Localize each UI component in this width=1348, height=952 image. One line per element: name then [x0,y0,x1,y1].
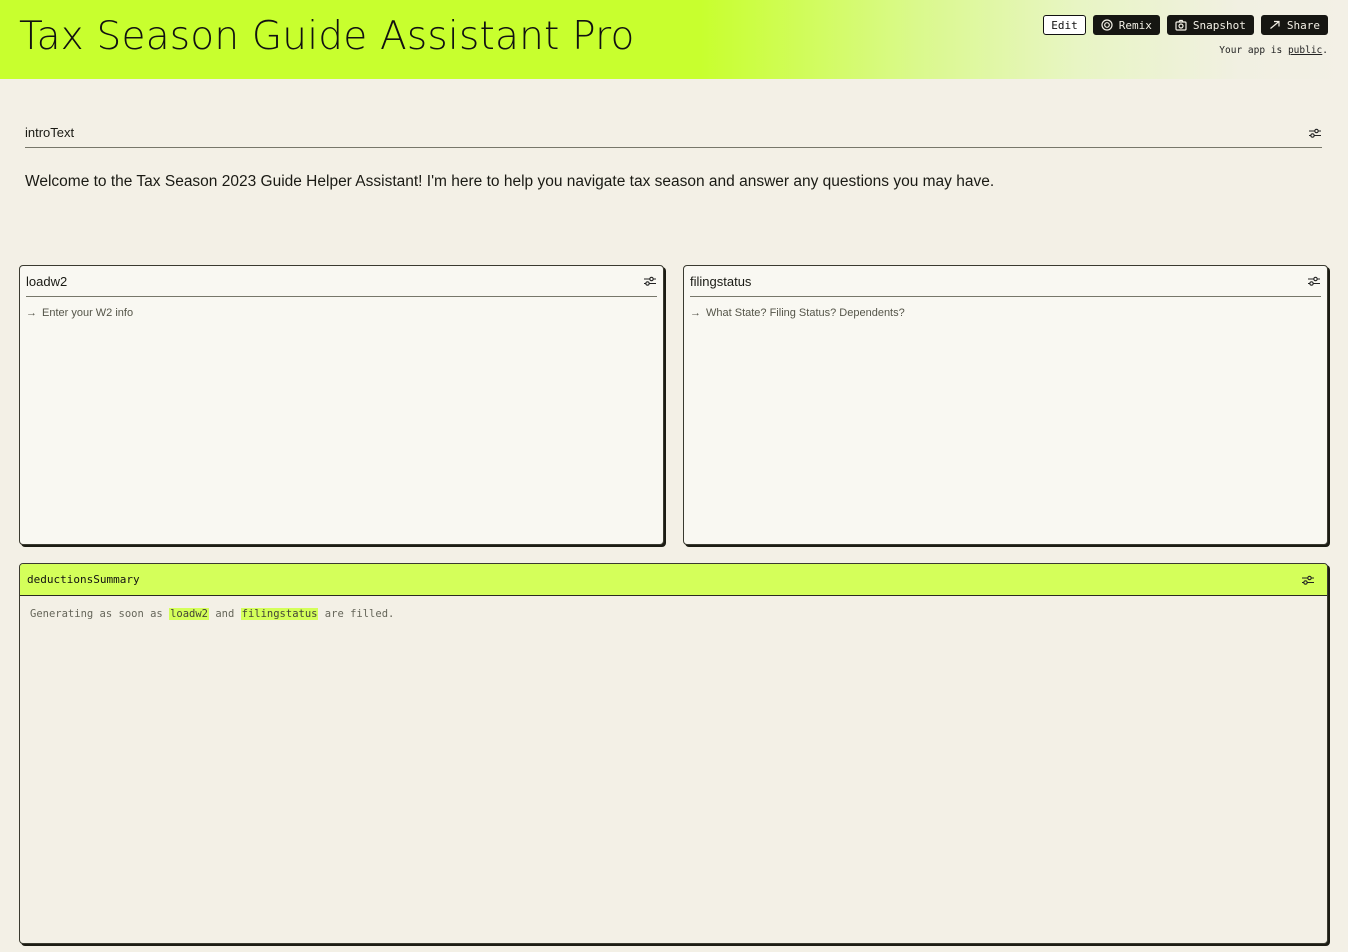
deductions-summary-header: deductionsSummary [20,564,1327,596]
edit-label: Edit [1051,18,1078,32]
remix-button[interactable]: Remix [1092,15,1160,35]
visibility-suffix: . [1322,45,1328,56]
remix-label: Remix [1118,18,1152,32]
filingstatus-header: filingstatus [690,266,1321,297]
snapshot-label: Snapshot [1192,18,1246,32]
intro-text: Welcome to the Tax Season 2023 Guide Hel… [25,173,995,190]
settings-sliders-icon[interactable] [643,275,657,287]
filingstatus-placeholder: What State? Filing Status? Dependents? [706,307,905,319]
public-link[interactable]: public [1288,45,1322,56]
arrow-right-icon: → [26,307,37,319]
settings-sliders-icon[interactable] [1301,574,1315,586]
filingstatus-input[interactable]: → What State? Filing Status? Dependents? [690,307,905,319]
loadw2-input[interactable]: → Enter your W2 info [26,307,133,319]
loadw2-reference: loadw2 [169,608,210,620]
settings-sliders-icon[interactable] [1307,275,1321,287]
edit-button[interactable]: Edit [1043,15,1086,35]
remix-icon [1101,19,1113,31]
visibility-note: Your app is public. [1219,45,1328,56]
loadw2-label: loadw2 [26,273,68,289]
app-title: Tax Season Guide Assistant Pro [19,14,635,59]
share-button[interactable]: Share [1260,15,1328,35]
intro-text-header: introText [25,118,1322,148]
deductions-summary-panel: deductionsSummary Generating as soon as … [19,563,1328,944]
arrow-right-icon: → [690,307,701,319]
filingstatus-label: filingstatus [690,273,752,289]
app-header: Tax Season Guide Assistant Pro Edit Remi… [0,0,1348,79]
filingstatus-reference: filingstatus [240,608,319,620]
loadw2-panel: loadw2 → Enter your W2 info [19,265,664,545]
status-text: and [209,608,241,620]
deductions-summary-label: deductionsSummary [27,573,140,586]
toolbar: Edit Remix Snapshot Share [1043,15,1328,35]
visibility-prefix: Your app is [1219,45,1288,56]
status-text: Generating as soon as [30,608,170,620]
settings-sliders-icon[interactable] [1308,127,1322,139]
snapshot-button[interactable]: Snapshot [1166,15,1254,35]
share-arrow-icon [1269,20,1280,29]
loadw2-header: loadw2 [26,266,657,297]
camera-icon [1175,19,1187,31]
loadw2-placeholder: Enter your W2 info [42,307,134,319]
status-text: are filled. [318,608,395,620]
filingstatus-panel: filingstatus → What State? Filing Status… [683,265,1328,545]
share-label: Share [1286,18,1320,32]
deductions-summary-status: Generating as soon as loadw2 and filings… [20,596,1327,632]
intro-text-label: introText [25,125,75,140]
